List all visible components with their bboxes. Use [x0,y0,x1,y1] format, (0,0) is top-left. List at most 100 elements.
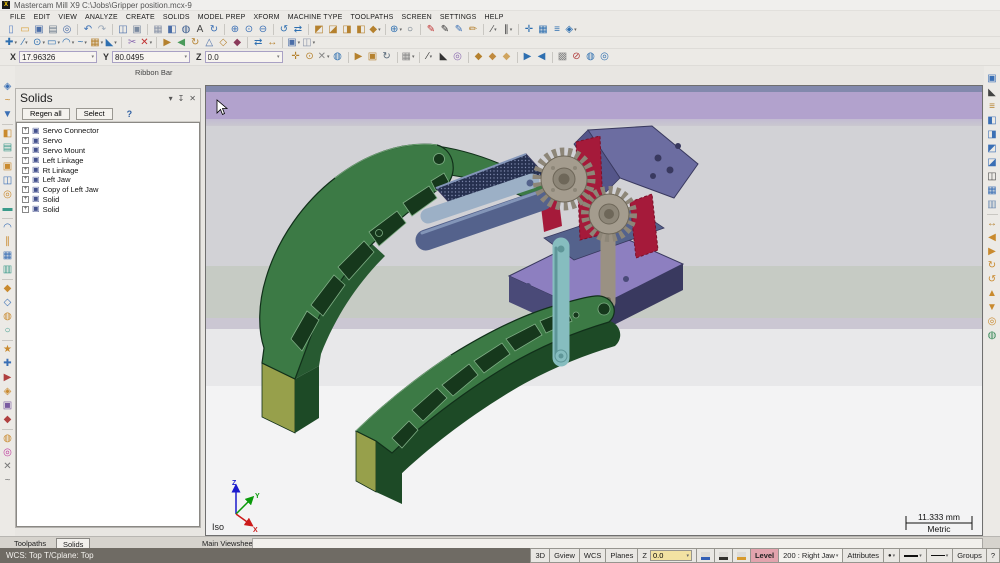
toolpath-surface-icon[interactable]: ◈ [2,385,14,399]
expand-icon[interactable]: + [22,206,29,213]
pattern-fill-icon[interactable]: ▦ [152,24,164,36]
grid-snap-icon[interactable]: ▦▾ [402,51,415,63]
x-coordinate-input[interactable] [22,53,91,62]
dropdown-caret-icon[interactable]: ▾ [313,40,316,46]
solid-cut-icon[interactable]: ◇ [2,296,14,310]
viewport-layout-icon[interactable]: ◫ [117,24,129,36]
zoom-window-icon[interactable]: ⊕ [229,24,241,36]
gview-cplane-icon[interactable]: ◨ [986,128,998,142]
z-field-caret-icon[interactable]: ▾ [686,553,689,559]
tree-item-copy-of-left-jaw[interactable]: +▣Copy of Left Jaw [22,185,199,195]
net-surface-icon[interactable]: ▦ [2,249,14,263]
section-view-icon[interactable]: ◫ [986,170,998,184]
expand-icon[interactable]: + [22,176,29,183]
line-width-icon[interactable]: ∥▾ [502,24,514,36]
delete-entities-icon[interactable]: ◆ [473,51,485,63]
x-dropdown-icon[interactable]: ▾ [92,54,95,60]
status-wcs-button[interactable]: WCS [580,548,607,563]
gear-arm-solid[interactable] [605,236,611,303]
select-cursor-icon[interactable]: ◣ [438,51,450,63]
hide-entity-icon[interactable]: ⊘ [571,51,583,63]
autocursor-origin-icon[interactable]: ⊙ [304,51,316,63]
level-caret-icon[interactable]: ▾ [836,553,839,559]
expand-icon[interactable]: + [22,147,29,154]
menu-create[interactable]: CREATE [122,14,159,21]
toolpath-pocket-icon[interactable]: ✚ [2,357,14,371]
xform-offset-icon[interactable]: ◇ [217,37,229,49]
xform-mirror-icon[interactable]: ◀ [175,37,187,49]
save-icon[interactable]: ▣ [33,24,45,36]
flip-right-icon[interactable]: ▶ [986,245,998,259]
xform-rotate-icon[interactable]: ↻ [189,37,201,49]
z-coordinate-input[interactable] [208,53,277,62]
dimension-icon[interactable]: ↔ [986,217,998,231]
gview-front-icon[interactable]: ◪ [327,24,339,36]
xform-project-icon[interactable]: ◆ [231,37,243,49]
menu-help[interactable]: HELP [481,14,508,21]
toolpath-multiaxis-icon[interactable]: ▣ [2,399,14,413]
right-jaw-solid[interactable] [356,296,620,504]
viewsheet-new-icon[interactable]: ▥ [986,198,998,212]
expand-icon[interactable]: + [22,186,29,193]
dropdown-caret-icon[interactable]: ▾ [150,40,153,46]
line-width-dropdown[interactable]: ▾ [927,548,954,563]
panel-help-icon[interactable]: ? [127,109,133,119]
toolpath-wire-icon[interactable]: ◆ [2,413,14,427]
gview-top-icon[interactable]: ◩ [313,24,325,36]
line-width-caret-icon[interactable]: ▾ [946,553,949,559]
solids-manager-icon[interactable]: ▣▾ [287,37,300,49]
select-all-icon[interactable]: ▣ [367,51,379,63]
menu-analyze[interactable]: ANALYZE [81,14,122,21]
print-icon[interactable]: ▤ [47,24,59,36]
unblank-entity-icon[interactable]: ◀ [536,51,548,63]
expand-icon[interactable]: + [22,137,29,144]
stretch-icon[interactable]: ↔ [266,37,278,49]
menu-settings[interactable]: SETTINGS [436,14,481,21]
create-rectangle-icon[interactable]: ▭▾ [47,37,60,49]
nudge-up-icon[interactable]: ▲ [986,287,998,301]
delete-entities-menu-icon[interactable]: ✕▾ [140,37,152,49]
gview-iso-icon[interactable]: ◧ [355,24,367,36]
redo-icon[interactable]: ↷ [96,24,108,36]
status-z-field[interactable]: ▾ [650,550,692,561]
menu-xform[interactable]: XFORM [249,14,283,21]
create-drafting-icon[interactable]: ▦▾ [90,37,103,49]
toolpath-drill-icon[interactable]: ★ [2,343,14,357]
create-chamfer-icon[interactable]: ◣▾ [105,37,117,49]
surface-color-button[interactable] [733,548,751,563]
sync-views-icon[interactable]: ◎ [986,315,998,329]
repaint-icon[interactable]: ↻ [208,24,220,36]
machine-sim-icon[interactable]: ~ [2,474,14,488]
font-icon[interactable]: A [194,24,206,36]
flowline-icon[interactable]: ▤ [2,141,14,155]
z-coordinate-field[interactable]: ▾ [205,51,283,63]
line-color-button[interactable] [697,548,715,563]
dropdown-caret-icon[interactable]: ▾ [14,40,17,46]
tree-item-left-jaw[interactable]: +▣Left Jaw [22,175,199,185]
regen-all-button[interactable]: Regen all [22,108,70,120]
create-arc-icon[interactable]: ◠▾ [62,37,74,49]
expand-icon[interactable]: + [22,167,29,174]
z-dropdown-icon[interactable]: ▾ [277,54,280,60]
new-file-icon[interactable]: ▯ [5,24,17,36]
isolate-icon[interactable]: ▩ [557,51,569,63]
menu-edit[interactable]: EDIT [30,14,55,21]
expand-icon[interactable]: + [22,127,29,134]
menu-view[interactable]: VIEW [54,14,81,21]
status-planes-button[interactable]: Planes [606,548,638,563]
pen-blue-icon[interactable]: ✎ [453,24,465,36]
solid-fillet-icon[interactable]: ◍ [2,310,14,324]
zoom-target-icon[interactable]: ⊙ [243,24,255,36]
snap-settings-icon[interactable]: ✛ [523,24,535,36]
dropdown-caret-icon[interactable]: ▾ [412,54,415,60]
drive-gear-small-solid[interactable] [585,190,633,238]
dropdown-caret-icon[interactable]: ▾ [101,40,104,46]
expand-icon[interactable]: + [22,196,29,203]
rt-linkage-solid[interactable] [555,246,567,363]
analyze-entity-icon[interactable]: ◍ [180,24,192,36]
level-value-field[interactable]: 200 : Right Jaw ▾ [779,548,843,563]
dropdown-caret-icon[interactable]: ▾ [57,40,60,46]
status-3d-button[interactable]: 3D [530,548,550,563]
sketch-line-icon[interactable]: ∕▾ [424,51,436,63]
fit-screen-icon[interactable]: ▣ [986,72,998,86]
